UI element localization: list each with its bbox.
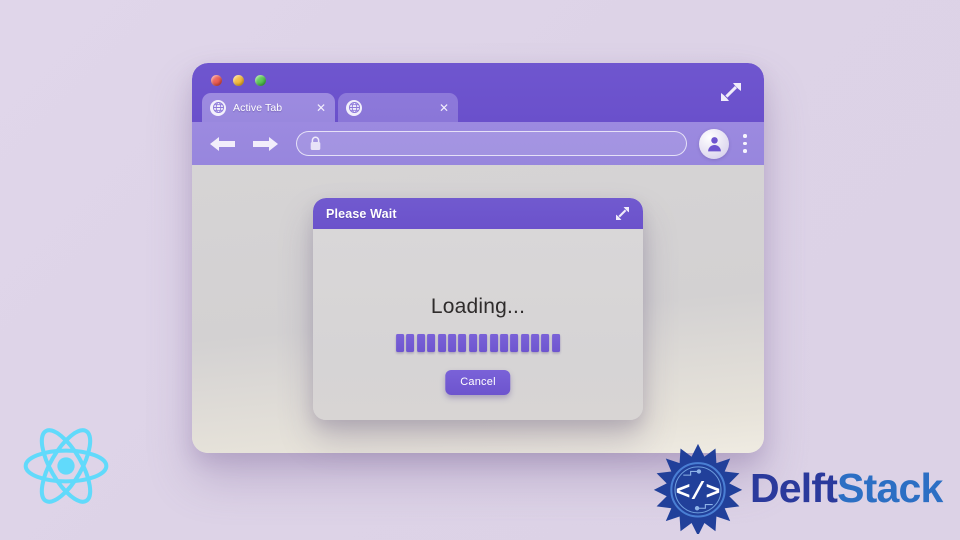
dialog-titlebar: Please Wait: [313, 198, 643, 229]
progress-segment: [437, 334, 446, 352]
progress-segment: [499, 334, 508, 352]
user-avatar-icon[interactable]: [699, 128, 729, 159]
arrow-right-icon[interactable]: [250, 133, 280, 155]
tab-label: Active Tab: [233, 101, 283, 114]
cancel-button[interactable]: Cancel: [445, 370, 511, 395]
tab-close-icon[interactable]: ✕: [316, 102, 326, 114]
svg-text:</>: </>: [676, 479, 721, 507]
window-maximize-button[interactable]: [255, 75, 266, 86]
lock-icon: [309, 136, 322, 151]
progress-bar: [396, 334, 560, 352]
progress-segment: [468, 334, 477, 352]
tab-close-icon[interactable]: ✕: [439, 102, 449, 114]
globe-icon: [346, 99, 362, 116]
kebab-dot: [743, 141, 747, 146]
progress-segment: [416, 334, 425, 352]
expand-diagonal-icon[interactable]: [613, 204, 632, 223]
browser-titlebar: Active Tab ✕ ✕: [192, 63, 764, 122]
progress-segment: [541, 334, 550, 352]
progress-segment: [489, 334, 498, 352]
tab-secondary[interactable]: ✕: [338, 93, 458, 122]
expand-diagonal-icon[interactable]: [716, 77, 746, 107]
dialog-body: Loading... Cancel: [313, 229, 643, 420]
loading-text: Loading...: [430, 295, 526, 318]
progress-segment: [406, 334, 415, 352]
browser-toolbar: [192, 122, 764, 165]
progress-segment: [479, 334, 488, 352]
progress-segment: [551, 334, 560, 352]
globe-icon: [210, 99, 226, 116]
tab-active[interactable]: Active Tab ✕: [202, 93, 335, 122]
kebab-dot: [743, 149, 747, 153]
progress-segment: [510, 334, 519, 352]
progress-segment: [448, 334, 457, 352]
delftstack-word-secondary: Stack: [837, 464, 943, 511]
dialog-title: Please Wait: [326, 206, 397, 221]
delftstack-emblem-icon: </>: [652, 442, 744, 536]
arrow-left-icon[interactable]: [208, 133, 238, 155]
please-wait-dialog: Please Wait Loading... Cancel: [313, 198, 643, 420]
window-minimize-button[interactable]: [233, 75, 244, 86]
delftstack-word-primary: Delft: [750, 464, 838, 511]
address-bar-input[interactable]: [296, 131, 687, 156]
delftstack-wordmark: DelftStack: [750, 465, 943, 512]
progress-segment: [458, 334, 467, 352]
window-controls: [211, 75, 266, 86]
window-close-button[interactable]: [211, 75, 222, 86]
progress-segment: [531, 334, 540, 352]
kebab-dot: [743, 134, 747, 138]
react-logo: [18, 418, 114, 514]
progress-segment: [427, 334, 436, 352]
tabstrip: Active Tab ✕ ✕: [202, 93, 458, 122]
progress-segment: [396, 334, 405, 352]
delftstack-logo: </> DelftStack: [652, 442, 952, 536]
kebab-menu-icon[interactable]: [736, 134, 754, 153]
progress-segment: [520, 334, 529, 352]
